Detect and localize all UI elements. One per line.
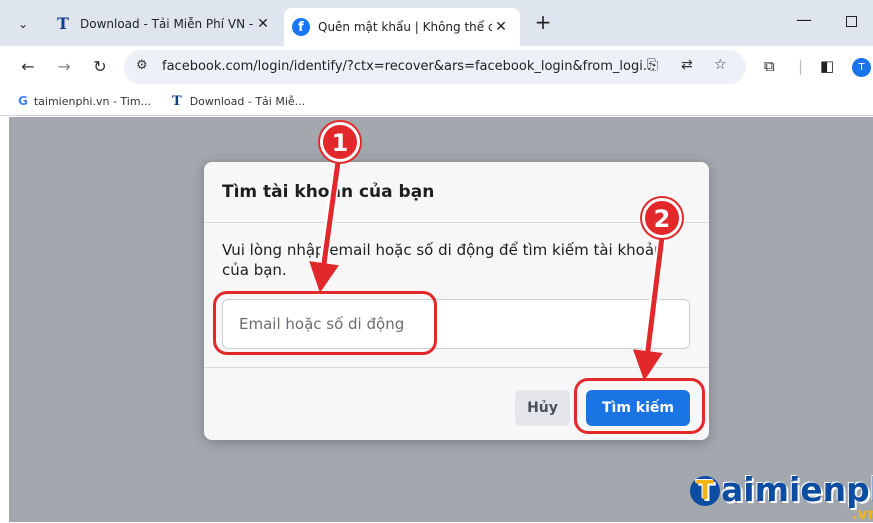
extensions-icon[interactable]: ⧉ — [764, 57, 775, 75]
facebook-favicon-icon: f — [292, 18, 310, 36]
dialog-description: Vui lòng nhập email hoặc số di động để t… — [222, 241, 664, 279]
tab-title: Quên mật khẩu | Không thể đă — [318, 20, 492, 34]
cast-icon[interactable]: ⎘ — [647, 57, 658, 73]
taimienphi-favicon-icon: T — [172, 94, 182, 109]
tab-download[interactable]: T Download - Tải Miễn Phí VN - P ✕ — [46, 9, 282, 39]
bookmark-download[interactable]: T Download - Tải Miễ... — [172, 94, 305, 109]
taimienphi-watermark: Taimienphi — [690, 470, 873, 509]
tab-strip: ⌄ T Download - Tải Miễn Phí VN - P ✕ f Q… — [0, 0, 873, 46]
bookmark-label: taimienphi.vn - Tim... — [33, 94, 152, 108]
dialog-title: Tìm tài khoản của bạn — [222, 182, 435, 202]
avatar[interactable]: T — [852, 58, 871, 77]
bookmark-taimienphi[interactable]: G taimienphi.vn - Tim... — [18, 94, 151, 108]
divider — [204, 222, 709, 223]
bookmark-label: Download - Tải Miễ... — [189, 95, 306, 108]
close-icon[interactable]: ✕ — [254, 16, 272, 32]
bookmarks-bar: G taimienphi.vn - Tim... T Download - Tả… — [0, 88, 873, 116]
translate-icon[interactable]: ⇄ — [681, 57, 693, 73]
input-highlight-box — [213, 291, 437, 355]
bookmark-star-icon[interactable]: ☆ — [714, 57, 727, 73]
minimize-icon[interactable]: — — [796, 10, 812, 29]
page-edge — [0, 117, 9, 522]
tab-search-chevron-icon[interactable]: ⌄ — [12, 13, 34, 35]
taimienphi-favicon-icon: T — [57, 14, 69, 33]
close-icon[interactable]: ✕ — [492, 19, 510, 35]
divider: | — [798, 57, 804, 75]
toolbar: ← → ↻ ⚙ facebook.com/login/identify/?ctx… — [0, 46, 873, 88]
maximize-icon[interactable] — [846, 16, 857, 27]
back-icon[interactable]: ← — [16, 55, 40, 79]
address-bar[interactable]: ⚙ facebook.com/login/identify/?ctx=recov… — [124, 50, 746, 84]
watermark-suffix: .vn — [852, 505, 873, 523]
step-2-badge: 2 — [642, 198, 682, 238]
tab-title: Download - Tải Miễn Phí VN - P — [80, 17, 254, 31]
tab-facebook-recover[interactable]: f Quên mật khẩu | Không thể đă ✕ — [284, 8, 520, 46]
google-icon: G — [18, 94, 28, 108]
url-text[interactable]: facebook.com/login/identify/?ctx=recover… — [162, 59, 655, 74]
browser-window: ⌄ T Download - Tải Miễn Phí VN - P ✕ f Q… — [0, 0, 873, 523]
side-panel-icon[interactable]: ◧ — [820, 57, 834, 75]
search-button-highlight-box — [574, 378, 705, 434]
taimienphi-logo-icon: T — [690, 476, 720, 506]
divider — [204, 367, 709, 368]
site-settings-icon[interactable]: ⚙ — [136, 58, 148, 73]
new-tab-icon[interactable]: + — [532, 10, 554, 34]
step-1-badge: 1 — [320, 122, 360, 162]
forward-icon[interactable]: → — [52, 55, 76, 79]
reload-icon[interactable]: ↻ — [88, 55, 112, 79]
cancel-button[interactable]: Hủy — [515, 390, 570, 426]
watermark-text: aimienphi — [721, 470, 873, 509]
